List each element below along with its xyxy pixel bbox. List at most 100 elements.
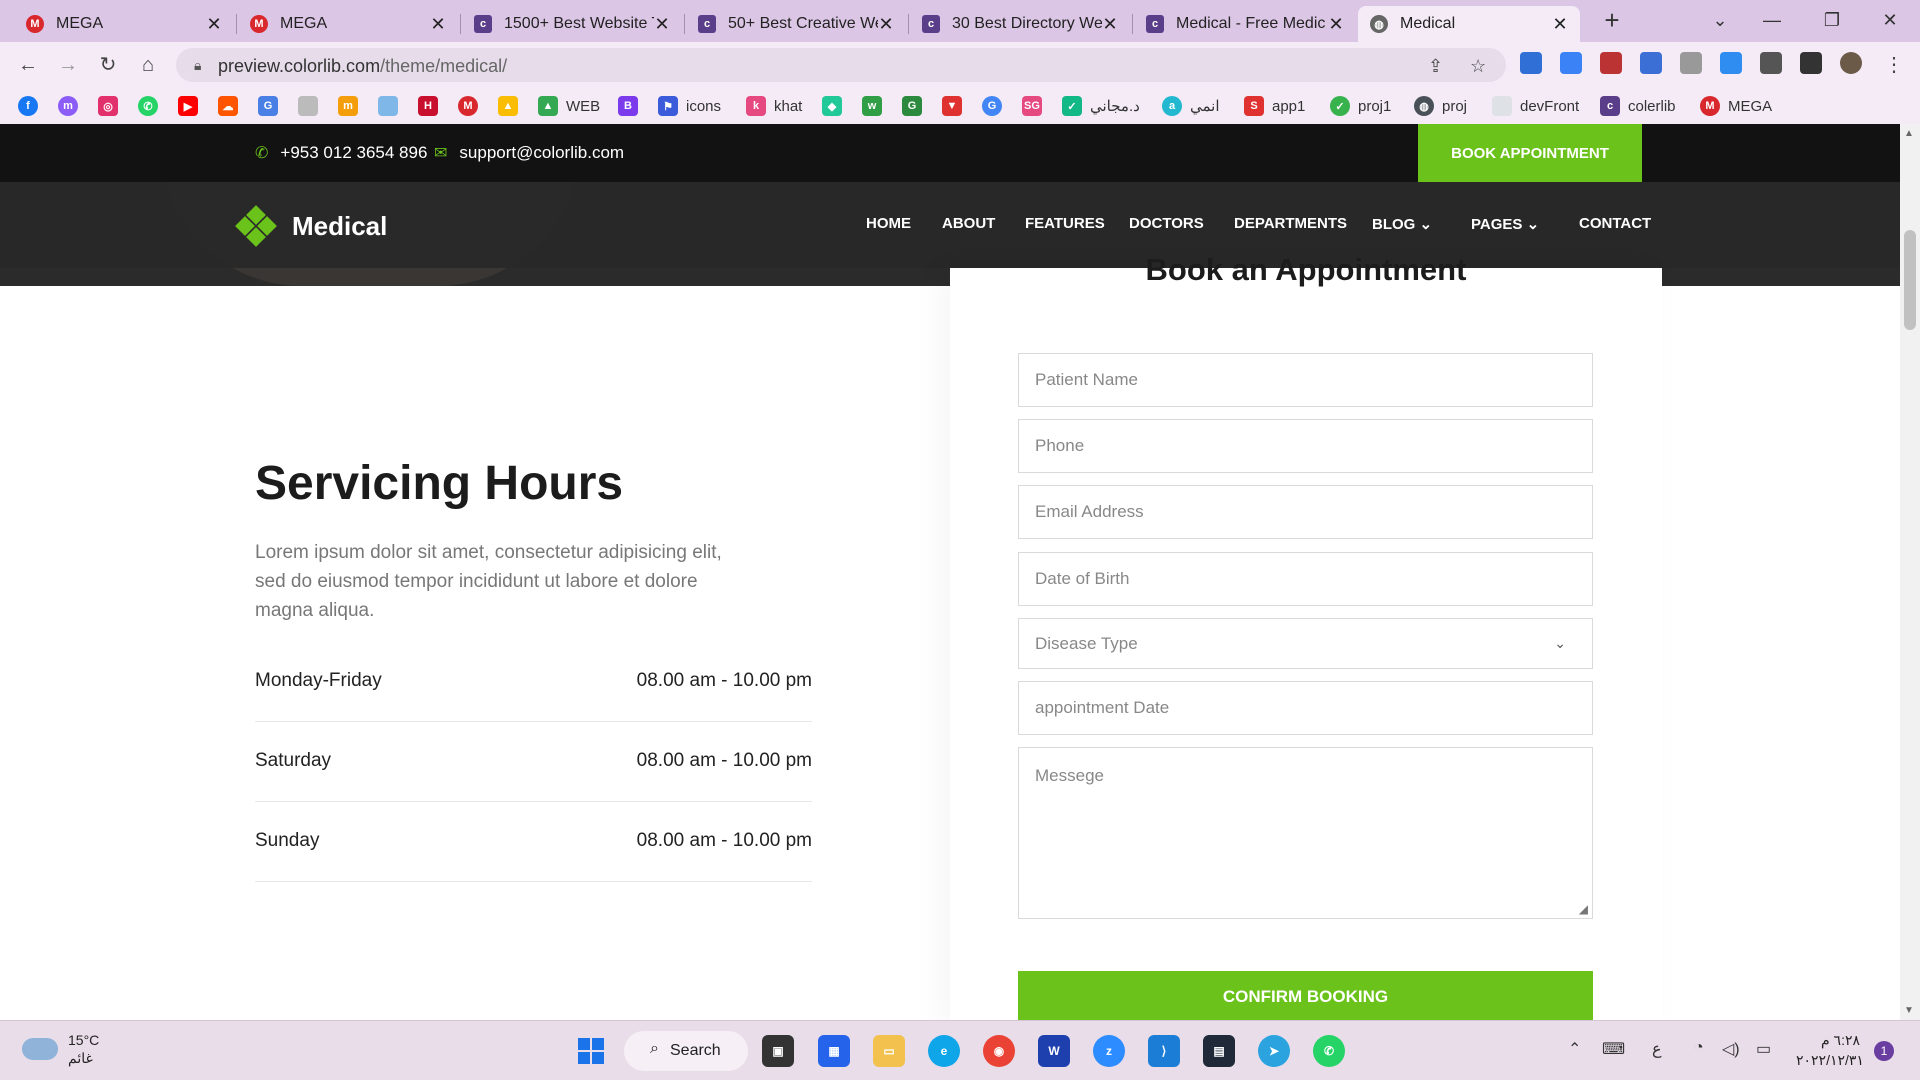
bookmark-app1[interactable]: Sapp1 [1244,95,1305,117]
bookmark-anmi[interactable]: a انمي [1162,95,1220,117]
download-icon[interactable] [1720,52,1742,74]
w3-icon[interactable]: w [862,96,882,116]
kebab-menu-icon[interactable]: ⋮ [1880,51,1908,79]
whatsapp-icon[interactable]: ✆ [1313,1035,1345,1067]
messenger-icon[interactable]: m [58,96,78,116]
close-icon[interactable]: ✕ [206,14,222,35]
tab-best-creative[interactable]: c 50+ Best Creative Wel ✕ [686,6,906,42]
address-bar[interactable]: 🔒︎ preview.colorlib.com/theme/medical/ ⇪… [176,48,1506,82]
message-textarea[interactable]: Messege ◢ [1018,747,1593,919]
minimize-icon[interactable]: — [1752,6,1792,34]
whatsapp-icon[interactable]: ✆ [138,96,158,116]
email-contact[interactable]: ✉ support@colorlib.com [434,143,624,163]
appointment-date-field[interactable]: appointment Date [1018,681,1593,735]
clock[interactable]: ٦:٢٨ م ٢٠٢٢/١٢/٣١ [1796,1030,1864,1070]
geeks-icon[interactable]: G [902,96,922,116]
tab-best-website[interactable]: c 1500+ Best Website T ✕ [462,6,682,42]
volume-icon[interactable]: ◁) [1722,1039,1740,1059]
translate-icon[interactable]: G [258,96,278,116]
window-close-icon[interactable]: ✕ [1870,6,1910,34]
vscode-icon[interactable]: ⟩ [1148,1035,1180,1067]
book-appointment-button[interactable]: BOOK APPOINTMENT [1418,124,1642,182]
patient-name-field[interactable]: Patient Name [1018,353,1593,407]
nav-pages[interactable]: PAGES ⌄ [1471,215,1539,233]
bookmark-star-icon[interactable]: ☆ [1470,56,1486,77]
new-tab-plus-icon[interactable]: + [1592,6,1632,34]
bookmark-icon[interactable] [298,96,318,116]
bookmark-icon[interactable]: SG [1022,96,1042,116]
disease-type-select[interactable]: Disease Type ⌄ [1018,618,1593,669]
restore-icon[interactable]: ❐ [1812,6,1852,34]
bootstrap-icon[interactable]: B [618,96,638,116]
share-icon[interactable]: ⇪ [1428,56,1443,77]
nav-blog[interactable]: BLOG ⌄ [1372,215,1432,233]
bookmark-icons[interactable]: ⚑ icons [658,95,721,117]
forward-arrow-icon[interactable]: → [54,51,82,79]
nav-contact[interactable]: CONTACT [1579,215,1651,232]
file-explorer-icon[interactable]: ▭ [873,1035,905,1067]
battery-icon[interactable]: ▭ [1756,1039,1771,1059]
tab-medical-active[interactable]: ◍ Medical ✕ [1358,6,1580,42]
nav-home[interactable]: HOME [866,215,911,232]
sidepanel-icon[interactable] [1800,52,1822,74]
tray-chevron-up-icon[interactable]: ⌃ [1568,1039,1581,1059]
bookmark-mega[interactable]: M MEGA [1700,95,1772,117]
scroll-up-icon[interactable]: ▲ [1904,128,1914,139]
extension-icon[interactable] [1680,52,1702,74]
store-icon[interactable]: ▦ [818,1035,850,1067]
start-icon[interactable] [575,1035,607,1067]
nav-doctors[interactable]: DOCTORS [1129,215,1204,232]
tab-best-directory[interactable]: c 30 Best Directory Web ✕ [910,6,1130,42]
scroll-thumb[interactable] [1904,230,1916,330]
confirm-booking-button[interactable]: CONFIRM BOOKING [1018,971,1593,1020]
weather-widget[interactable]: 15°C غائم [22,1031,99,1067]
tab-mega-2[interactable]: M MEGA ✕ [238,6,458,42]
drive-icon[interactable]: ▲ [498,96,518,116]
bookmark-proj[interactable]: ◍ proj [1414,95,1467,117]
page-scrollbar[interactable]: ▲ ▼ [1900,124,1920,1020]
nav-about[interactable]: ABOUT [942,215,995,232]
task-view-icon[interactable]: ▣ [762,1035,794,1067]
google-icon[interactable]: G [982,96,1002,116]
edge-icon[interactable]: e [928,1035,960,1067]
bookmark-d-majani[interactable]: ✓ د.مجاني [1062,95,1140,117]
nav-features[interactable]: FEATURES [1025,215,1105,232]
phone-contact[interactable]: ✆ +953 012 3654 896 [255,143,427,163]
back-arrow-icon[interactable]: ← [14,51,42,79]
close-icon[interactable]: ✕ [1328,14,1344,35]
extension-icon[interactable] [1520,52,1542,74]
site-logo[interactable]: Medical [235,205,387,247]
home-icon[interactable]: ⌂ [134,51,162,79]
keyboard-icon[interactable]: ⌨ [1602,1039,1625,1059]
close-icon[interactable]: ✕ [878,14,894,35]
bookmark-devfront[interactable]: devFront [1492,95,1579,117]
email-field[interactable]: Email Address [1018,485,1593,539]
language-indicator[interactable]: ع [1652,1039,1662,1059]
bookmark-icon[interactable]: m [338,96,358,116]
bookmark-icon[interactable]: H [418,96,438,116]
puzzle-icon[interactable] [1760,52,1782,74]
tab-medical-free[interactable]: c Medical - Free Medic ✕ [1134,6,1356,42]
scroll-down-icon[interactable]: ▼ [1904,1005,1914,1016]
extension-icon[interactable] [1560,52,1582,74]
nav-departments[interactable]: DEPARTMENTS [1234,215,1347,232]
bookmark-proj1[interactable]: ✓ proj1 [1330,95,1391,117]
instagram-icon[interactable]: ◎ [98,96,118,116]
bookmark-colerlib[interactable]: c colerlib [1600,95,1676,117]
taskbar-search[interactable]: ⌕ Search [624,1031,748,1071]
phone-field[interactable]: Phone [1018,419,1593,473]
avatar[interactable] [1840,52,1862,74]
close-icon[interactable]: ✕ [1102,14,1118,35]
wifi-icon[interactable]: ◔ [1694,1039,1704,1057]
reload-icon[interactable]: ↻ [94,51,122,79]
translate-icon[interactable] [1640,52,1662,74]
close-icon[interactable]: ✕ [430,14,446,35]
word-icon[interactable]: W [1038,1035,1070,1067]
tab-mega-1[interactable]: M MEGA ✕ [14,6,234,42]
bookmark-khat[interactable]: k khat [746,95,802,117]
bookmark-web[interactable]: ▲ WEB [538,95,600,117]
close-icon[interactable]: ✕ [654,14,670,35]
zoom-icon[interactable]: z [1093,1035,1125,1067]
chrome-icon[interactable]: ◉ [983,1035,1015,1067]
resize-grip-icon[interactable]: ◢ [1579,902,1588,916]
